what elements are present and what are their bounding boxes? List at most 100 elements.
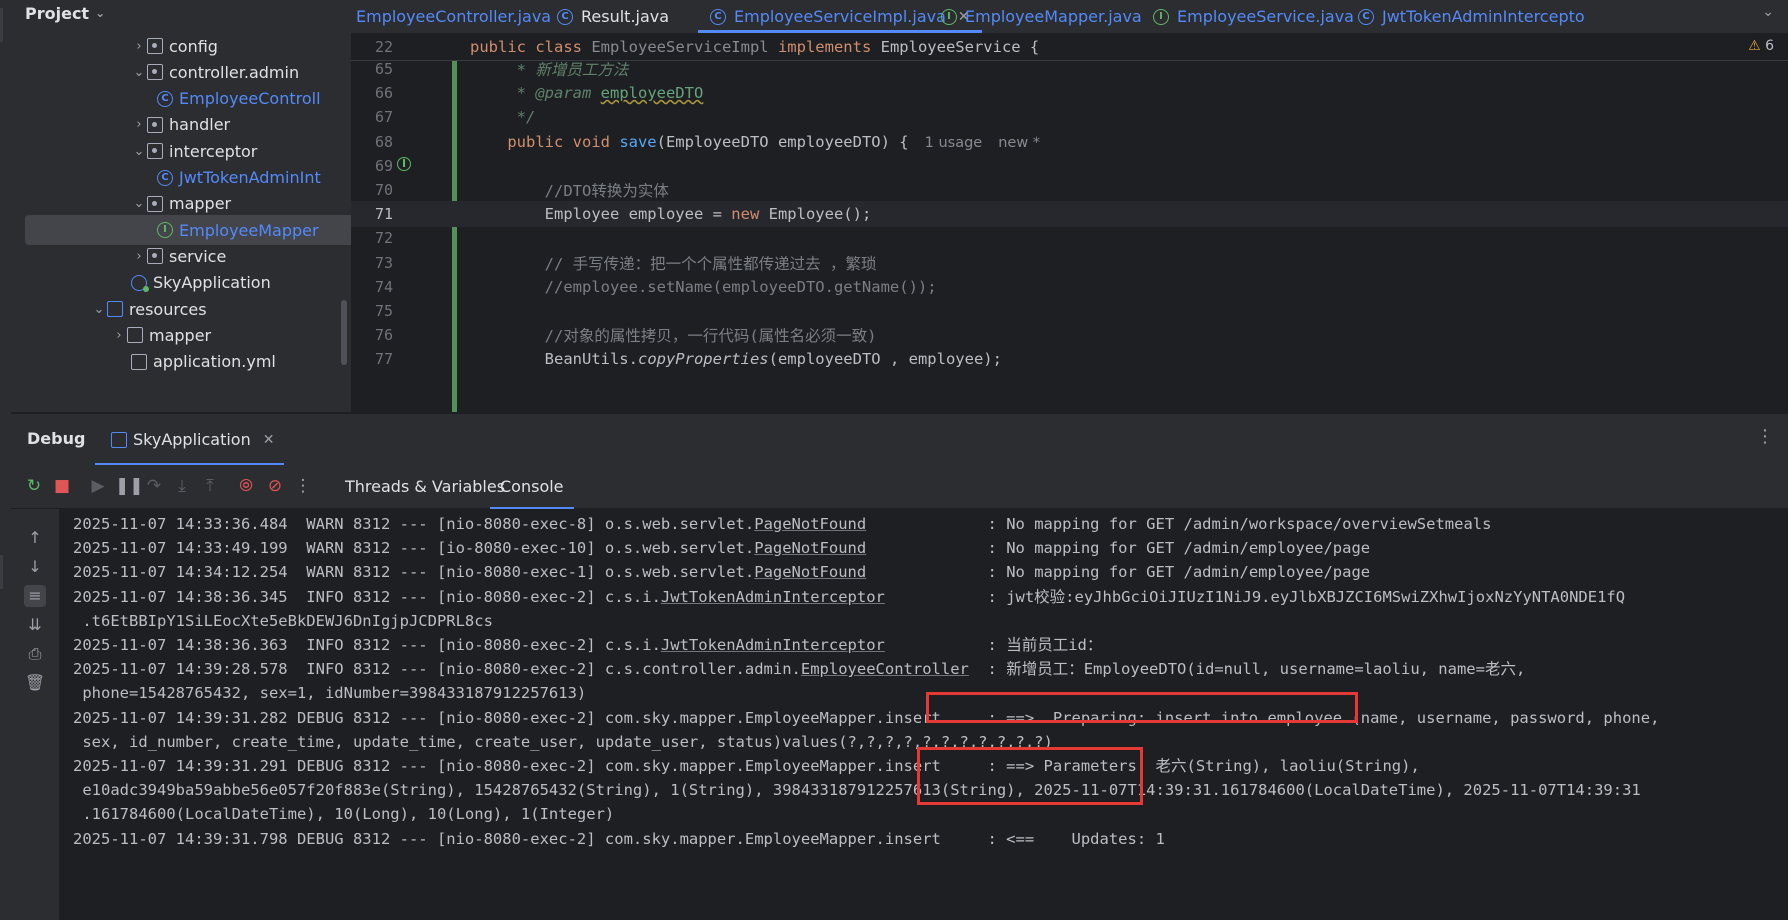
- keyword: implements: [768, 38, 881, 56]
- code-text: BeanUtils.copyProperties(employeeDTO , e…: [470, 350, 1002, 368]
- logger-link[interactable]: PageNotFound: [754, 539, 866, 557]
- highlight-box-updates: [917, 747, 1143, 805]
- chevron-down-icon[interactable]: ⌄: [131, 144, 147, 159]
- debug-title: Debug: [27, 429, 86, 448]
- editor-tab[interactable]: I EmployeeService.java: [1153, 0, 1354, 33]
- debug-panel-header: Debug SkyApplication ✕ ⋮: [11, 413, 1788, 465]
- log-message: : jwt校验:eyJhbGciOiJIUzI1NiJ9.eyJlbXBJZCI…: [884, 587, 1626, 606]
- chevron-down-icon[interactable]: ⌄: [91, 302, 107, 317]
- resume-icon[interactable]: ▶: [87, 475, 109, 497]
- tabs-more-icon[interactable]: ⌄: [1762, 4, 1774, 20]
- scroll-down-icon[interactable]: ↓: [24, 556, 46, 578]
- view-breakpoints-icon[interactable]: ⦾: [235, 475, 257, 497]
- console-line: 2025-11-07 14:38:36.363 INFO 8312 --- [n…: [73, 632, 1102, 659]
- editor-tab[interactable]: C Result.java: [557, 0, 669, 33]
- scroll-up-icon[interactable]: ↑: [24, 527, 46, 549]
- project-scrollbar[interactable]: [341, 300, 347, 365]
- debug-run-tab[interactable]: SkyApplication ✕: [94, 414, 285, 465]
- logger-link[interactable]: JwtTokenAdminInterceptor: [661, 636, 885, 654]
- logger-link[interactable]: PageNotFound: [754, 515, 866, 533]
- log-text: 2025-11-07 14:38:36.345 INFO 8312 --- [n…: [73, 587, 661, 606]
- step-into-icon[interactable]: ⤓: [171, 475, 193, 497]
- code-line: 70 //DTO转换为实体: [351, 177, 1788, 203]
- comment: //employee.setName(employeeDTO.getName()…: [470, 277, 937, 296]
- console-line: 2025-11-07 14:33:49.199 WARN 8312 --- [i…: [73, 535, 1370, 562]
- chevron-down-icon[interactable]: ⌄: [95, 6, 105, 20]
- chevron-right-icon[interactable]: ›: [111, 328, 127, 343]
- line-number: 74: [374, 277, 393, 296]
- tab-label: Result.java: [581, 7, 670, 26]
- tree-item-label: controller.admin: [169, 62, 300, 82]
- tree-item[interactable]: application.yml: [11, 347, 351, 377]
- editor-tab[interactable]: C JwtTokenAdminIntercepto: [1358, 0, 1585, 33]
- editor-tab[interactable]: C EmployeeServiceImpl.java ✕: [698, 0, 982, 33]
- chevron-down-icon[interactable]: ⌄: [131, 196, 147, 211]
- tab-threads-variables[interactable]: Threads & Variables: [345, 477, 505, 496]
- tree-item-label: mapper: [149, 325, 212, 345]
- console-line: 2025-11-07 14:39:28.578 INFO 8312 --- [n…: [73, 656, 1525, 683]
- stop-icon[interactable]: ■: [51, 475, 73, 497]
- code-text: */: [470, 108, 536, 126]
- clear-all-icon[interactable]: 🗑: [24, 672, 46, 694]
- console-line: 2025-11-07 14:34:12.254 WARN 8312 --- [n…: [73, 559, 1370, 586]
- warnings-indicator[interactable]: ⚠ 6: [1748, 38, 1774, 54]
- close-icon[interactable]: ✕: [263, 432, 275, 448]
- line-number: 67: [374, 108, 393, 127]
- code-token: Employee();: [759, 205, 872, 224]
- console-output[interactable]: 2025-11-07 14:33:36.484 WARN 8312 --- [n…: [59, 509, 1788, 920]
- line-number: 71: [374, 205, 393, 224]
- method-name: save: [619, 132, 657, 151]
- log-text: .t6EtBBIpY1SiLEocXte5eBkDEWJ6DnIgjpJCDPR…: [73, 611, 493, 630]
- class-name: EmployeeServiceImpl: [591, 38, 769, 56]
- log-text: 2025-11-07 14:39:31.291 DEBUG 8312 --- […: [73, 757, 1420, 775]
- more-options-icon[interactable]: ⋮: [1756, 426, 1774, 447]
- interface-icon: I: [1153, 8, 1169, 25]
- pause-icon[interactable]: ❚❚: [115, 475, 144, 497]
- strip-marker: [0, 555, 3, 589]
- warnings-count: 6: [1765, 38, 1774, 54]
- editor-tab[interactable]: CEmployeeController.java: [351, 0, 551, 33]
- code-text: // 手写传递：把一个个属性都传递过去 ，繁琐: [470, 252, 877, 274]
- console-line: 2025-11-07 14:39:31.291 DEBUG 8312 --- […: [73, 753, 1420, 780]
- line-number: 70: [374, 181, 393, 199]
- chevron-down-icon[interactable]: ⌄: [131, 65, 147, 80]
- code-line: 72: [351, 225, 1788, 251]
- rerun-icon[interactable]: ↻: [23, 475, 45, 497]
- code-text: //对象的属性拷贝，一行代码(属性名必须一致): [470, 324, 877, 346]
- project-panel-header[interactable]: Project ⌄: [11, 0, 351, 26]
- tab-label: EmployeeServiceImpl.java: [734, 7, 946, 26]
- code-editor[interactable]: 22 public class EmployeeServiceImpl impl…: [351, 34, 1788, 412]
- keyword: public void: [470, 132, 620, 151]
- tree-item-label: application.yml: [153, 352, 276, 372]
- keyword: new: [731, 205, 760, 224]
- editor-tab[interactable]: I EmployeeMapper.java: [941, 0, 1142, 33]
- logger-link[interactable]: EmployeeController: [801, 660, 969, 678]
- interface-icon: I: [157, 222, 173, 239]
- comment: //对象的属性拷贝，一行代码(属性名必须一致): [470, 327, 877, 346]
- tree-item-label: service: [169, 246, 227, 266]
- console-line: .t6EtBBIpY1SiLEocXte5eBkDEWJ6DnIgjpJCDPR…: [73, 608, 493, 635]
- console-line: sex, id_number, create_time, update_time…: [73, 729, 1053, 756]
- chevron-right-icon[interactable]: ›: [131, 39, 147, 54]
- tab-label: EmployeeMapper.java: [965, 7, 1142, 26]
- print-icon[interactable]: ⎙: [24, 643, 46, 665]
- mute-breakpoints-icon[interactable]: ⊘: [264, 475, 286, 497]
- console-line: 2025-11-07 14:38:36.345 INFO 8312 --- [n…: [73, 584, 1625, 611]
- soft-wrap-icon[interactable]: ≡: [24, 585, 46, 607]
- step-out-icon[interactable]: ⤒: [199, 475, 221, 497]
- code-text: Employee employee = new Employee();: [470, 205, 872, 224]
- log-text: 2025-11-07 14:38:36.363 INFO 8312 --- [n…: [73, 636, 661, 654]
- logger-link[interactable]: JwtTokenAdminInterceptor: [661, 588, 885, 606]
- tab-console[interactable]: Console: [490, 477, 573, 509]
- scroll-to-end-icon[interactable]: ⇊: [24, 614, 46, 636]
- logger-link[interactable]: PageNotFound: [754, 563, 866, 581]
- console-line: 2025-11-07 14:39:31.798 DEBUG 8312 --- […: [73, 826, 1165, 853]
- tree-item-label: SkyApplication: [153, 273, 271, 293]
- console-line: phone=15428765432, sex=1, idNumber=39843…: [73, 680, 586, 707]
- console-line: 2025-11-07 14:33:36.484 WARN 8312 --- [n…: [73, 511, 1491, 538]
- chevron-right-icon[interactable]: ›: [131, 117, 147, 132]
- chevron-right-icon[interactable]: ›: [131, 249, 147, 264]
- tree-item-label: EmployeeControll: [179, 89, 321, 109]
- more-actions-icon[interactable]: ⋮: [292, 475, 314, 497]
- step-over-icon[interactable]: ↷: [143, 475, 165, 497]
